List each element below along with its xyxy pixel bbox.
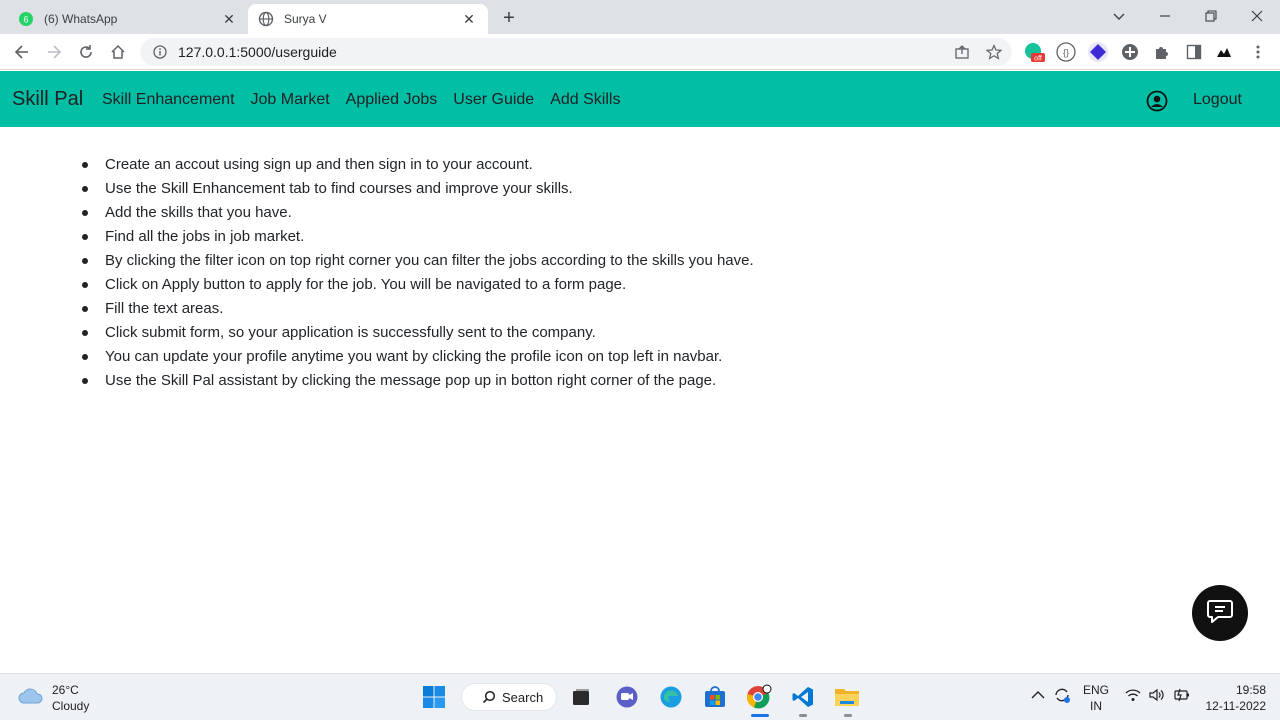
weather-temperature: 26°C [52, 683, 79, 697]
clock-date: 12-11-2022 [1205, 699, 1267, 713]
list-item: Click submit form, so your application i… [80, 321, 980, 345]
open-app-indicator [799, 714, 807, 717]
file-explorer-icon[interactable] [834, 684, 860, 710]
task-view-icon[interactable] [568, 684, 594, 710]
windows-start-icon[interactable] [421, 684, 447, 710]
site-navbar: Skill Pal Skill Enhancement Job Market A… [0, 71, 1280, 127]
open-app-indicator [844, 714, 852, 717]
minimize-icon[interactable] [1142, 0, 1188, 32]
side-panel-icon[interactable] [1183, 41, 1205, 63]
nav-links: Skill Enhancement Job Market Applied Job… [102, 91, 636, 109]
extension-icon[interactable]: {} [1055, 41, 1077, 63]
language-indicator[interactable]: ENG IN [1080, 682, 1112, 714]
language-code: ENG [1082, 683, 1109, 697]
forward-icon[interactable] [42, 40, 66, 64]
puzzle-icon[interactable] [1151, 41, 1173, 63]
guide-list: Create an accout using sign up and then … [80, 153, 980, 393]
back-icon[interactable] [10, 40, 34, 64]
nav-skill-enhancement[interactable]: Skill Enhancement [102, 91, 235, 109]
list-item: Fill the text areas. [80, 297, 980, 321]
restore-icon[interactable] [1188, 0, 1234, 32]
svg-text:6: 6 [23, 15, 28, 25]
volume-icon[interactable] [1149, 688, 1165, 705]
home-icon[interactable] [106, 40, 130, 64]
search-icon [482, 690, 496, 704]
reload-icon[interactable] [74, 40, 98, 64]
svg-text:{}: {} [1063, 48, 1069, 58]
weather-description: Cloudy [52, 699, 90, 713]
list-item: Find all the jobs in job market. [80, 225, 980, 249]
brand-link[interactable]: Skill Pal [12, 88, 83, 111]
user-profile-icon[interactable] [1146, 90, 1168, 112]
bookmark-star-icon[interactable] [982, 40, 1006, 64]
new-tab-button[interactable]: + [497, 6, 521, 30]
profile-avatar-icon[interactable] [1213, 41, 1235, 63]
edge-browser-icon[interactable] [658, 684, 684, 710]
wifi-icon[interactable] [1125, 688, 1141, 705]
list-item: Click on Apply button to apply for the j… [80, 273, 980, 297]
list-item: Use the Skill Pal assistant by clicking … [80, 369, 980, 393]
browser-tab-strip: 6 (6) WhatsApp ✕ Surya V ✕ + [0, 0, 1280, 34]
logout-link[interactable]: Logout [1193, 91, 1242, 109]
tab-surya-v[interactable]: Surya V ✕ [248, 4, 488, 34]
vscode-icon[interactable] [790, 684, 816, 710]
add-extension-icon[interactable] [1119, 41, 1141, 63]
url-text: 127.0.0.1:5000/userguide [178, 44, 337, 60]
user-guide-content: Create an accout using sign up and then … [80, 153, 980, 393]
list-item: You can update your profile anytime you … [80, 345, 980, 369]
list-item: Add the skills that you have. [80, 201, 980, 225]
close-window-icon[interactable] [1234, 0, 1280, 32]
chat-message-icon [1206, 597, 1234, 630]
list-item: Use the Skill Enhancement tab to find co… [80, 177, 980, 201]
clock-time: 19:58 [1235, 683, 1266, 697]
list-item: By clicking the filter icon on top right… [80, 249, 980, 273]
windows-taskbar: 26°C Cloudy Search ENG IN 19:58 12-11-20… [0, 673, 1280, 720]
chrome-browser-icon[interactable] [746, 684, 772, 710]
active-app-indicator [751, 714, 769, 717]
nav-user-guide[interactable]: User Guide [453, 91, 534, 109]
cloud-icon [18, 686, 44, 711]
search-label: Search [502, 689, 544, 705]
teams-chat-icon[interactable] [614, 684, 640, 710]
nav-applied-jobs[interactable]: Applied Jobs [346, 91, 438, 109]
close-tab-icon[interactable]: ✕ [460, 10, 478, 28]
close-tab-icon[interactable]: ✕ [220, 10, 238, 28]
tab-whatsapp[interactable]: 6 (6) WhatsApp ✕ [8, 4, 248, 34]
globe-icon [258, 11, 274, 27]
microsoft-store-icon[interactable] [702, 684, 728, 710]
whatsapp-icon: 6 [18, 11, 34, 27]
taskbar-search-button[interactable]: Search [461, 683, 557, 711]
share-icon[interactable] [950, 40, 974, 64]
weather-widget[interactable]: 26°C Cloudy [18, 682, 89, 714]
browser-toolbar: 127.0.0.1:5000/userguide off {} [0, 34, 1280, 70]
nav-add-skills[interactable]: Add Skills [550, 91, 620, 109]
svg-text:off: off [1034, 56, 1042, 63]
sync-icon[interactable] [1053, 686, 1071, 707]
tab-title: (6) WhatsApp [44, 12, 118, 26]
address-bar[interactable]: 127.0.0.1:5000/userguide [140, 38, 1012, 66]
list-item: Create an accout using sign up and then … [80, 153, 980, 177]
system-clock[interactable]: 19:58 12-11-2022 [1196, 682, 1267, 714]
chevron-up-icon[interactable] [1031, 689, 1045, 703]
region-code: IN [1090, 699, 1102, 713]
grammar-extension-icon[interactable]: off [1023, 41, 1045, 63]
diamond-extension-icon[interactable] [1087, 41, 1109, 63]
chat-assistant-button[interactable] [1192, 585, 1248, 641]
battery-icon[interactable] [1172, 688, 1190, 705]
menu-icon[interactable] [1247, 41, 1269, 63]
site-info-icon[interactable] [152, 44, 168, 60]
nav-job-market[interactable]: Job Market [251, 91, 330, 109]
tab-search-icon[interactable] [1096, 0, 1142, 32]
tab-title: Surya V [284, 12, 327, 26]
